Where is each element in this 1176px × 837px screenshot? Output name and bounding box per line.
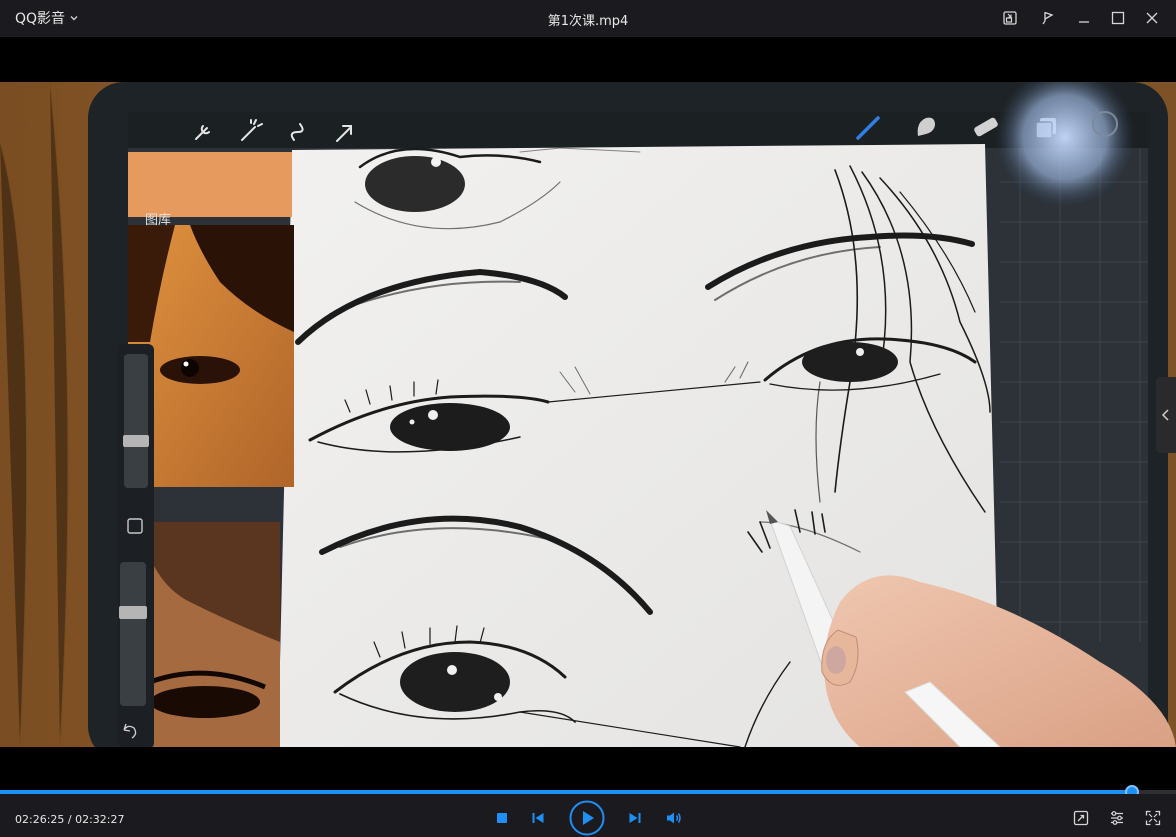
chevron-down-icon: [70, 16, 78, 21]
play-icon: [569, 800, 605, 836]
next-button[interactable]: [623, 806, 647, 830]
video-area[interactable]: 图库: [0, 37, 1176, 792]
previous-button[interactable]: [526, 806, 550, 830]
video-frame[interactable]: 图库: [0, 82, 1176, 747]
minimize-icon: [1079, 21, 1089, 23]
volume-icon: [667, 812, 681, 824]
play-button[interactable]: [569, 800, 605, 836]
screenshot-button[interactable]: [1069, 806, 1093, 830]
screenshot-icon: [1073, 810, 1089, 826]
app-name: QQ影音: [15, 11, 66, 27]
close-icon: [1146, 12, 1158, 24]
mini-mode-button[interactable]: [998, 6, 1022, 30]
mini-mode-icon: [1003, 11, 1017, 25]
close-button[interactable]: [1140, 6, 1164, 30]
next-icon: [629, 813, 641, 823]
settings-button[interactable]: [1105, 806, 1129, 830]
chevron-left-icon: [1161, 409, 1169, 421]
fullscreen-icon: [1145, 810, 1161, 826]
title-bar: QQ影音 第1次课.mp4: [0, 0, 1176, 37]
app-menu-button[interactable]: QQ影音: [15, 9, 79, 27]
pin-icon: [1042, 11, 1054, 25]
maximize-button[interactable]: [1106, 6, 1130, 30]
minimize-button[interactable]: [1072, 6, 1096, 30]
pin-button[interactable]: [1036, 6, 1060, 30]
playlist-toggle-button[interactable]: [1156, 377, 1176, 453]
time-display: 02:26:25 / 02:32:27: [15, 813, 125, 826]
stop-icon: [497, 813, 507, 823]
previous-icon: [532, 813, 544, 823]
maximize-icon: [1111, 11, 1125, 25]
control-bar: 02:26:25 / 02:32:27: [0, 794, 1176, 837]
fullscreen-button[interactable]: [1141, 806, 1165, 830]
volume-button[interactable]: [662, 806, 686, 830]
settings-sliders-icon: [1111, 811, 1123, 825]
video-frame-image: [0, 82, 1176, 747]
stop-button[interactable]: [490, 806, 514, 830]
procreate-gallery-label: 图库: [145, 213, 172, 228]
